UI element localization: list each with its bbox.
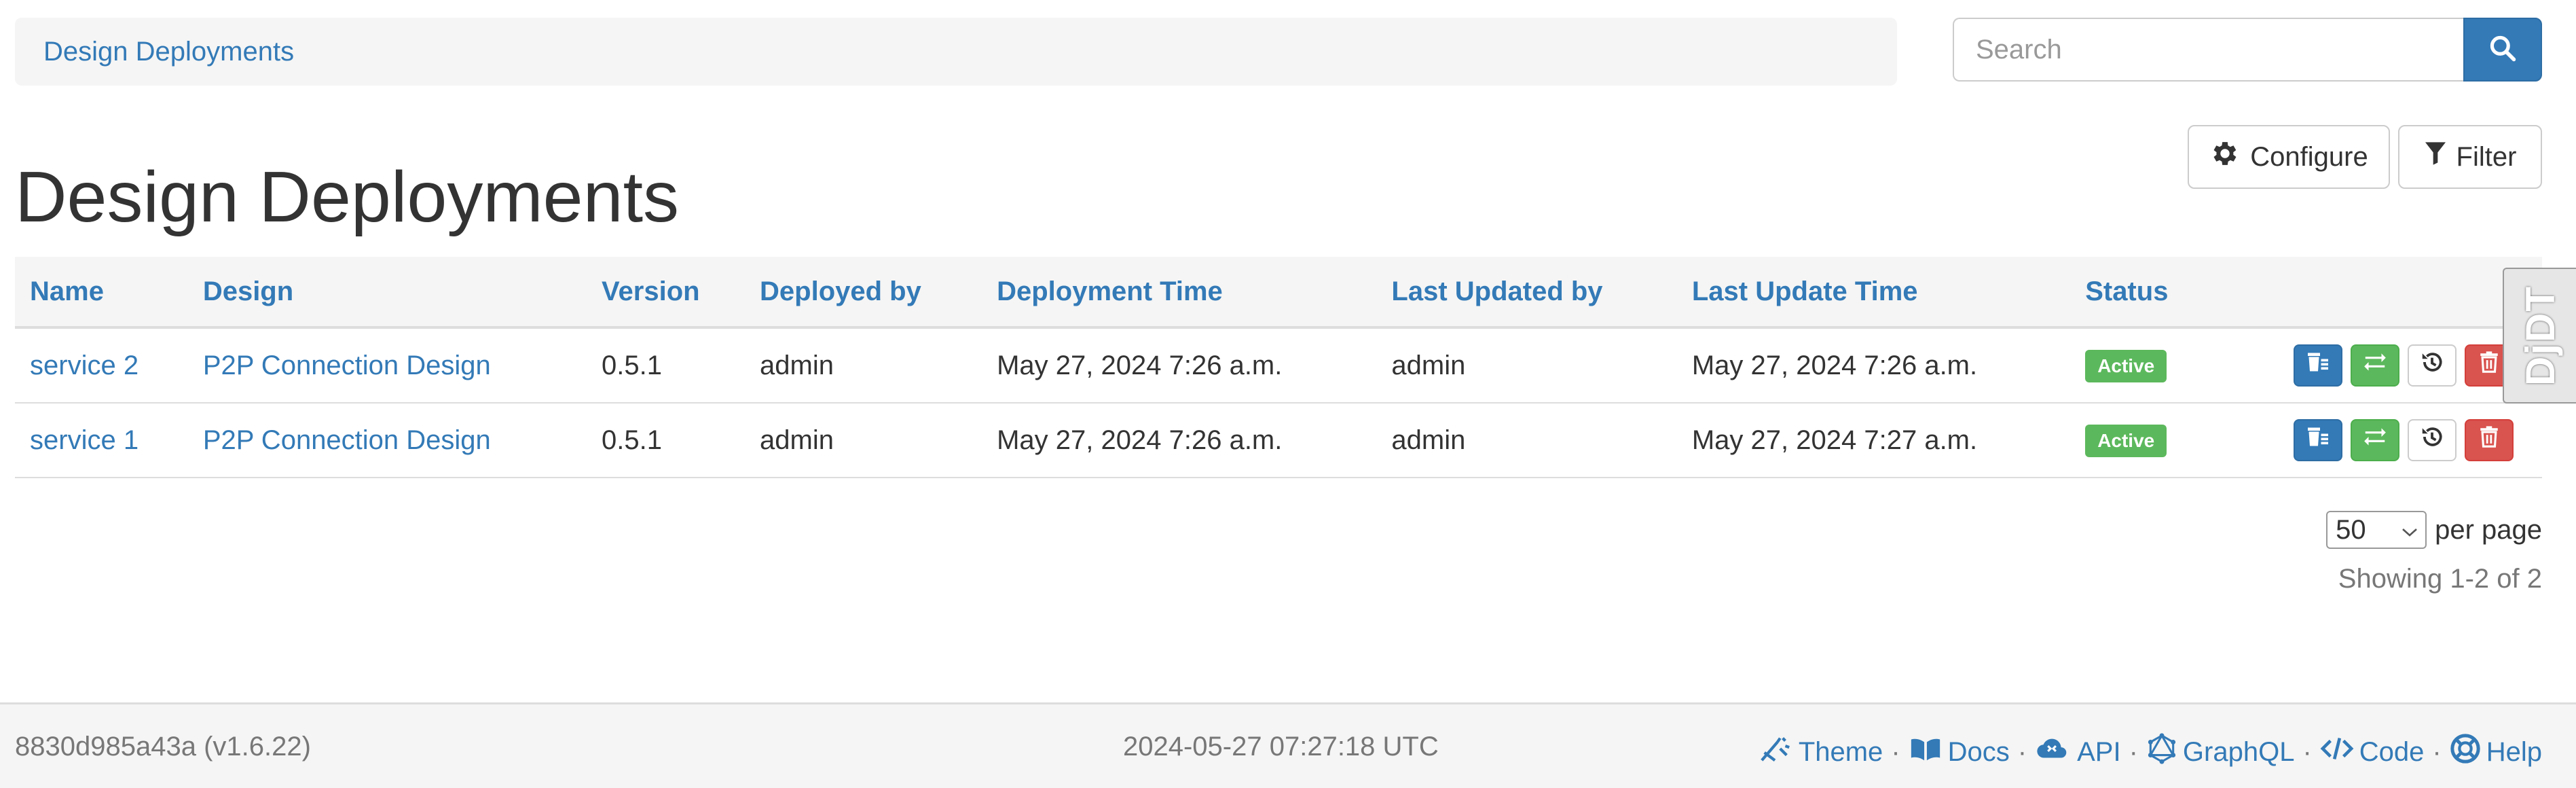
search-form [1953,18,2542,82]
footer-link-api[interactable]: API [2035,734,2121,770]
footer-link-graphql[interactable]: GraphQL [2146,733,2294,771]
decommission-button[interactable] [2294,344,2342,387]
last-updated-by-cell: admin [1376,327,1677,404]
debug-toolbar-handle[interactable]: DjDT [2503,268,2576,404]
table-row: service 1 P2P Connection Design 0.5.1 ad… [15,403,2542,478]
swap-arrows-icon [2362,424,2388,456]
deployed-by-cell: admin [745,327,982,404]
footer-link-code[interactable]: Code [2320,734,2424,770]
version-cell: 0.5.1 [587,403,746,478]
theme-icon [1759,734,1793,770]
table-header-row: Name Design Version Deployed by Deployme… [15,257,2542,329]
trash-icon [2478,425,2501,456]
filter-button[interactable]: Filter [2398,125,2542,189]
per-page-control: 50 per page [2326,511,2542,549]
design-link[interactable]: P2P Connection Design [203,351,491,380]
history-icon [2419,349,2445,382]
column-header-deployed-by[interactable]: Deployed by [745,257,982,329]
footer-links: Theme · Docs · API · GraphQL · Code · He… [1759,733,2542,771]
footer: 8830d985a43a (v1.6.22) 2024-05-27 07:27:… [0,702,2576,788]
footer-timestamp: 2024-05-27 07:27:18 UTC [1123,732,1439,762]
swap-arrows-icon [2362,349,2388,382]
column-header-status[interactable]: Status [2070,257,2279,329]
deployed-by-cell: admin [745,403,982,478]
design-link[interactable]: P2P Connection Design [203,425,491,455]
search-button[interactable] [2463,18,2542,82]
status-badge: Active [2085,350,2167,382]
history-button[interactable] [2408,419,2457,461]
footer-separator: · [2302,736,2312,767]
history-button[interactable] [2408,344,2457,387]
decommission-button[interactable] [2294,419,2342,461]
deployment-time-cell: May 27, 2024 7:26 a.m. [982,403,1377,478]
footer-link-docs[interactable]: Docs [1909,734,2010,770]
results-count: Showing 1-2 of 2 [2338,564,2542,594]
per-page-select[interactable]: 50 [2326,511,2427,549]
lifebuoy-icon [2450,733,2481,771]
column-header-version[interactable]: Version [587,257,746,329]
footer-separator: · [2129,736,2138,767]
filter-label: Filter [2456,141,2517,172]
footer-separator: · [1891,736,1900,767]
deployment-name-link[interactable]: service 2 [30,351,139,380]
last-updated-by-cell: admin [1376,403,1677,478]
page-title: Design Deployments [15,157,680,237]
column-header-deployment-time[interactable]: Deployment Time [982,257,1377,329]
trash-icon [2478,350,2501,381]
graphql-icon [2146,733,2177,771]
book-icon [1909,734,1943,770]
deployments-table: Name Design Version Deployed by Deployme… [15,257,2542,478]
decommission-icon [2306,350,2330,381]
search-input[interactable] [1953,18,2463,82]
footer-separator: · [2432,736,2442,767]
history-icon [2419,424,2445,456]
breadcrumb-link-design-deployments[interactable]: Design Deployments [43,37,294,67]
table-row: service 2 P2P Connection Design 0.5.1 ad… [15,327,2542,404]
column-header-name[interactable]: Name [15,257,188,329]
filter-icon [2424,140,2447,174]
column-header-last-update-time[interactable]: Last Update Time [1676,257,2071,329]
last-update-time-cell: May 27, 2024 7:26 a.m. [1676,327,2071,404]
replace-button[interactable] [2351,419,2399,461]
footer-link-theme[interactable]: Theme [1759,734,1883,770]
version-cell: 0.5.1 [587,327,746,404]
configure-label: Configure [2250,141,2368,172]
column-header-design[interactable]: Design [187,257,587,329]
per-page-label: per page [2435,514,2542,545]
column-header-last-updated-by[interactable]: Last Updated by [1376,257,1677,329]
code-icon [2320,734,2354,770]
search-icon [2488,33,2518,67]
decommission-icon [2306,425,2330,456]
configure-button[interactable]: Configure [2188,125,2390,189]
deployment-name-link[interactable]: service 1 [30,425,139,455]
delete-button[interactable] [2465,419,2514,461]
deployment-time-cell: May 27, 2024 7:26 a.m. [982,327,1377,404]
cloud-icon [2035,734,2072,770]
replace-button[interactable] [2351,344,2399,387]
footer-separator: · [2017,736,2027,767]
breadcrumb: Design Deployments [15,18,1897,86]
gear-icon [2209,138,2241,176]
row-actions [2294,344,2527,387]
footer-version: 8830d985a43a (v1.6.22) [15,732,311,762]
debug-toolbar-label: DjDT [2517,285,2563,386]
per-page-value: 50 [2336,514,2366,545]
row-actions [2294,419,2527,461]
chevron-down-icon [2401,515,2418,545]
footer-link-help[interactable]: Help [2450,733,2542,771]
last-update-time-cell: May 27, 2024 7:27 a.m. [1676,403,2071,478]
status-badge: Active [2085,425,2167,457]
